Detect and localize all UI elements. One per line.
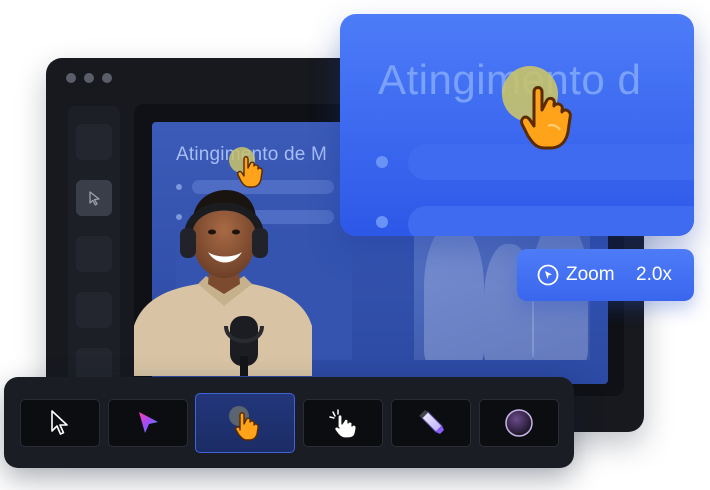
zoom-preview: Atingimento d <box>340 14 694 236</box>
zoom-bullet <box>376 156 388 168</box>
select-arrow-icon <box>89 191 100 206</box>
highlight-hand-icon <box>502 66 572 150</box>
cursor-effects-toolbar <box>4 377 574 468</box>
sidebar-slot[interactable] <box>76 292 112 328</box>
marker-icon <box>419 410 444 434</box>
pen-tool[interactable] <box>391 399 471 447</box>
tap-hand-icon <box>329 409 357 439</box>
zoom-bullet <box>376 216 388 228</box>
zoom-value: 2.0x <box>636 264 672 285</box>
window-dot-1[interactable] <box>66 73 76 83</box>
zoom-label: Zoom <box>566 264 615 285</box>
laser-pointer-tool[interactable] <box>108 399 188 447</box>
highlight-hand-tool[interactable] <box>195 393 295 453</box>
window-dot-3[interactable] <box>102 73 112 83</box>
zoom-text-line <box>408 206 694 236</box>
presenter-image <box>134 190 312 376</box>
pointing-hand-icon <box>229 406 259 441</box>
presenter-webcam <box>134 176 312 376</box>
click-hand-tool[interactable] <box>303 399 383 447</box>
sidebar-select-tool[interactable] <box>76 180 112 216</box>
cursor-circle-icon <box>537 264 559 286</box>
sidebar-slot[interactable] <box>76 236 112 272</box>
spotlight-tool[interactable] <box>479 399 559 447</box>
zoom-badge[interactable]: Zoom 2.0x <box>517 249 694 301</box>
cursor-tool[interactable] <box>20 399 100 447</box>
sidebar-slot[interactable] <box>76 124 112 160</box>
window-dot-2[interactable] <box>84 73 94 83</box>
gradient-pointer-icon <box>139 412 158 433</box>
circle-spotlight-icon <box>505 409 533 437</box>
arrow-cursor-icon <box>51 410 68 435</box>
